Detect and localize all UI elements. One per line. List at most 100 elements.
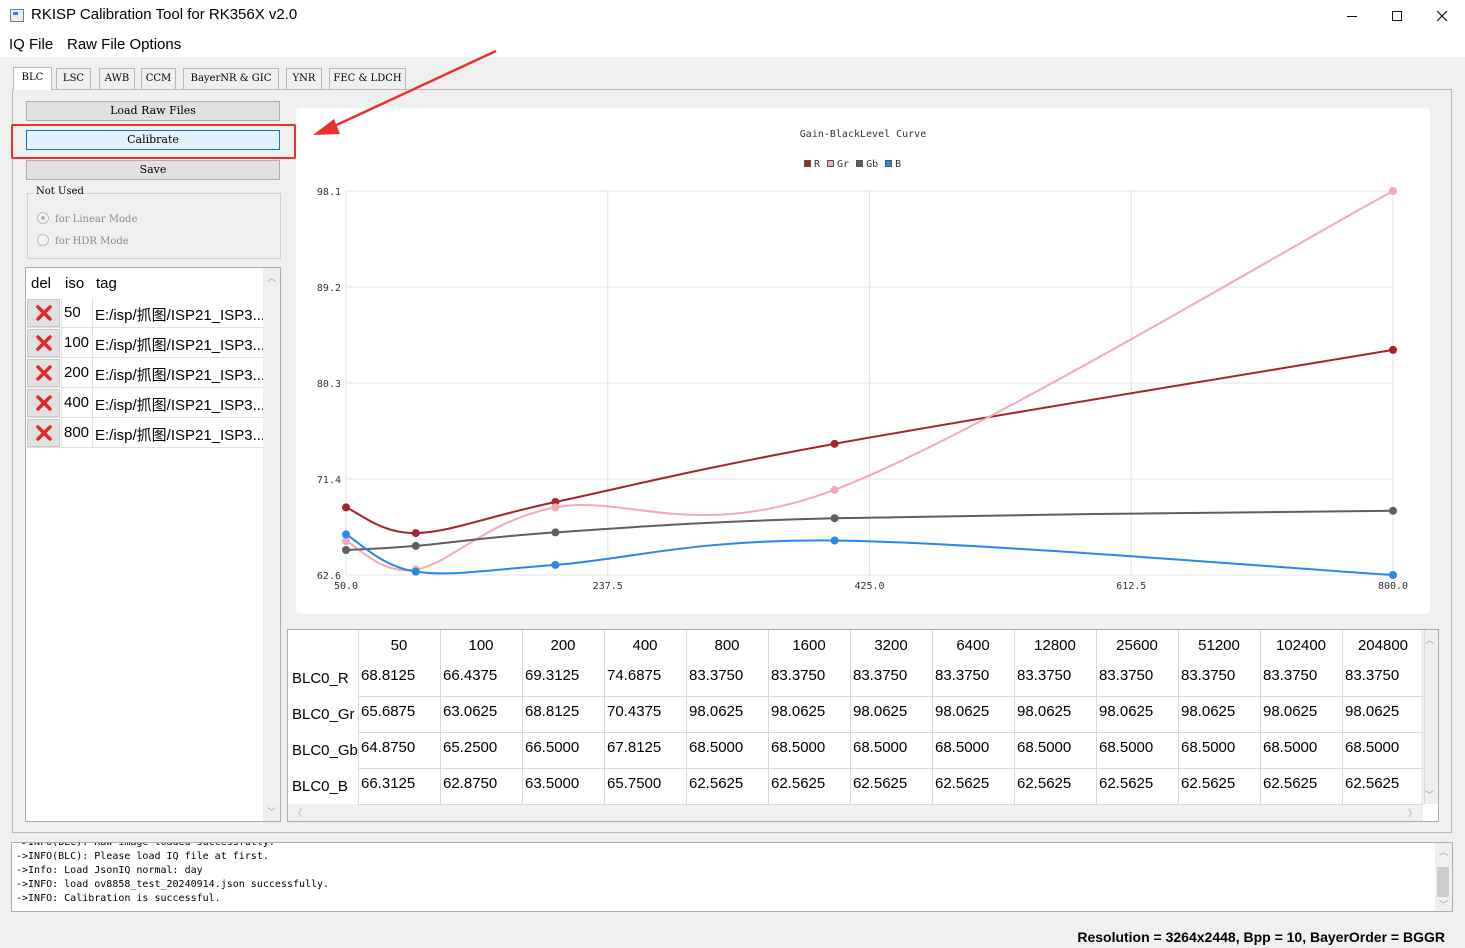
data-table-cell[interactable]: 67.8125 — [607, 739, 661, 756]
tab-ynr[interactable]: YNR — [286, 68, 322, 89]
y-tick-label: 89.2 — [317, 283, 341, 294]
scroll-right-icon[interactable]: 〉 — [1408, 806, 1417, 819]
data-table-cell[interactable]: 66.3125 — [361, 775, 415, 792]
menu-raw-file-options[interactable]: Raw File Options — [67, 36, 181, 53]
data-table-cell[interactable]: 83.3750 — [689, 667, 743, 684]
data-table-cell[interactable]: 98.0625 — [1017, 703, 1071, 720]
data-table-cell[interactable]: 62.5625 — [771, 775, 825, 792]
data-table-cell[interactable]: 62.5625 — [689, 775, 743, 792]
data-table-cell[interactable]: 62.8750 — [443, 775, 497, 792]
scroll-down-icon[interactable]: ﹀ — [1425, 788, 1434, 801]
data-table-cell[interactable]: 98.0625 — [1181, 703, 1235, 720]
raw-file-table: del iso tag 50 E:/isp/抓图/ISP21_ISP3... 100… — [25, 267, 281, 822]
log-output[interactable]: ︿ ﹀ ->INFO(BLC): Raw image loaded succes… — [11, 842, 1453, 912]
data-table-cell[interactable]: 83.3750 — [1099, 667, 1153, 684]
data-table-cell[interactable]: 64.8750 — [361, 739, 415, 756]
load-raw-files-button[interactable]: Load Raw Files — [26, 101, 280, 121]
data-table-cell[interactable]: 83.3750 — [1263, 667, 1317, 684]
data-table-cell[interactable]: 83.3750 — [853, 667, 907, 684]
data-table-cell[interactable]: 68.5000 — [1181, 739, 1235, 756]
data-table-cell[interactable]: 65.7500 — [607, 775, 661, 792]
data-table-cell[interactable]: 83.3750 — [1181, 667, 1235, 684]
delete-row-button[interactable] — [27, 299, 60, 327]
data-table-cell[interactable]: 66.5000 — [525, 739, 579, 756]
file-table-scrollbar[interactable]: ︿ ﹀ — [263, 268, 280, 821]
data-table-cell[interactable]: 70.4375 — [607, 703, 661, 720]
data-table-cell[interactable]: 68.5000 — [853, 739, 907, 756]
delete-row-button[interactable] — [27, 329, 60, 357]
chart-card: Gain-BlackLevel Curve R Gr Gb B 50.0 237.5 42… — [296, 108, 1430, 614]
scroll-down-icon[interactable]: ﹀ — [1439, 898, 1448, 911]
data-table-cell[interactable]: 68.5000 — [1099, 739, 1153, 756]
data-table-cell[interactable]: 98.0625 — [853, 703, 907, 720]
menu-iq-file[interactable]: IQ File — [9, 36, 53, 53]
minimize-button[interactable] — [1329, 0, 1375, 32]
tab-awb[interactable]: AWB — [99, 68, 135, 89]
title-bar: RKISP Calibration Tool for RK356X v2.0 — [0, 0, 1465, 32]
tab-bayernr-gic[interactable]: BayerNR & GIC — [183, 68, 279, 89]
data-point-b — [830, 536, 839, 545]
scroll-down-icon[interactable]: ﹀ — [267, 805, 276, 818]
data-table-cell[interactable]: 68.8125 — [361, 667, 415, 684]
data-point-gb — [830, 514, 839, 523]
radio-hdr-mode[interactable]: for HDR Mode — [37, 234, 129, 247]
column-divider — [61, 298, 62, 448]
data-table-cell[interactable]: 65.6875 — [361, 703, 415, 720]
data-table-cell[interactable]: 98.0625 — [1263, 703, 1317, 720]
data-table-cell[interactable]: 68.5000 — [935, 739, 989, 756]
data-table-cell[interactable]: 63.5000 — [525, 775, 579, 792]
log-scroll-thumb[interactable] — [1437, 867, 1449, 897]
data-table-cell[interactable]: 62.5625 — [1099, 775, 1153, 792]
delete-row-button[interactable] — [27, 389, 60, 417]
data-table-cell[interactable]: 62.5625 — [1345, 775, 1399, 792]
scroll-up-icon[interactable]: ︿ — [267, 271, 276, 284]
tab-fec-ldch[interactable]: FEC & LDCH — [329, 68, 406, 89]
data-table-cell[interactable]: 98.0625 — [1099, 703, 1153, 720]
data-table-cell[interactable]: 62.5625 — [853, 775, 907, 792]
data-table-cell[interactable]: 98.0625 — [1345, 703, 1399, 720]
radio-linear-mode[interactable]: for Linear Mode — [37, 212, 137, 225]
data-table-cell[interactable]: 98.0625 — [689, 703, 743, 720]
tab-ccm[interactable]: CCM — [141, 68, 176, 89]
tab-blc[interactable]: BLC — [13, 67, 52, 90]
app-window: RKISP Calibration Tool for RK356X v2.0 I… — [0, 0, 1465, 948]
log-scrollbar[interactable]: ︿ ﹀ — [1435, 843, 1452, 911]
scroll-left-icon[interactable]: 〈 — [293, 806, 302, 819]
maximize-button[interactable] — [1374, 0, 1420, 32]
data-point-gb — [411, 541, 420, 550]
delete-row-button[interactable] — [27, 419, 60, 447]
data-table-cell[interactable]: 68.8125 — [525, 703, 579, 720]
file-iso-cell: 400 — [64, 394, 90, 411]
data-table-cell[interactable]: 66.4375 — [443, 667, 497, 684]
delete-row-button[interactable] — [27, 359, 60, 387]
tab-lsc[interactable]: LSC — [56, 68, 91, 89]
data-table-cell[interactable]: 83.3750 — [771, 667, 825, 684]
data-table-cell[interactable]: 65.2500 — [443, 739, 497, 756]
data-table-cell[interactable]: 68.5000 — [771, 739, 825, 756]
data-table-cell[interactable]: 68.5000 — [689, 739, 743, 756]
scroll-up-icon[interactable]: ︿ — [1425, 633, 1434, 646]
file-tag-cell: E:/isp/抓图/ISP21_ISP3... — [95, 307, 266, 324]
scroll-up-icon[interactable]: ︿ — [1439, 845, 1448, 858]
data-table-cell[interactable]: 83.3750 — [935, 667, 989, 684]
data-table-cell[interactable]: 83.3750 — [1345, 667, 1399, 684]
data-table-cell[interactable]: 62.5625 — [935, 775, 989, 792]
data-table-hscrollbar[interactable]: 〈 〉 — [288, 804, 1423, 821]
data-table-cell[interactable]: 74.6875 — [607, 667, 661, 684]
data-table-cell[interactable]: 68.5000 — [1263, 739, 1317, 756]
data-table-cell[interactable]: 62.5625 — [1181, 775, 1235, 792]
column-divider — [1424, 630, 1425, 804]
data-table-cell[interactable]: 69.3125 — [525, 667, 579, 684]
data-table-cell[interactable]: 98.0625 — [935, 703, 989, 720]
data-table-cell[interactable]: 68.5000 — [1345, 739, 1399, 756]
data-table-cell[interactable]: 63.0625 — [443, 703, 497, 720]
data-table-cell[interactable]: 62.5625 — [1263, 775, 1317, 792]
file-tag-cell: E:/isp/抓图/ISP21_ISP3... — [95, 427, 266, 444]
data-table-cell[interactable]: 62.5625 — [1017, 775, 1071, 792]
data-table-column-header: 51200 — [1198, 637, 1240, 654]
data-table-cell[interactable]: 83.3750 — [1017, 667, 1071, 684]
close-button[interactable] — [1419, 0, 1465, 32]
data-table-cell[interactable]: 68.5000 — [1017, 739, 1071, 756]
save-button[interactable]: Save — [26, 160, 280, 180]
data-table-cell[interactable]: 98.0625 — [771, 703, 825, 720]
